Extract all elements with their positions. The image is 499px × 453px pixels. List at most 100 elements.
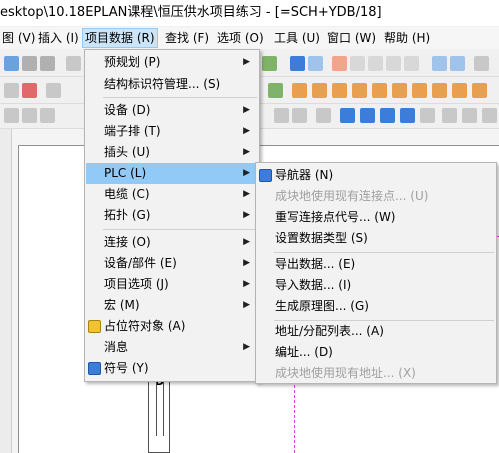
- forward-icon[interactable]: [308, 56, 323, 71]
- grid-toggle-icon[interactable]: [432, 56, 447, 71]
- symbol-icon: [88, 362, 101, 375]
- symbol-b-icon[interactable]: [312, 83, 327, 98]
- menu-tools[interactable]: 工具 (U): [272, 29, 322, 47]
- menu-item-label: 生成原理图... (G): [275, 299, 369, 313]
- connection-icon[interactable]: [268, 83, 283, 98]
- window-title-text: esktop\10.18EPLAN课程\恒压供水项目练习 - [=SCH+YDB…: [0, 5, 382, 20]
- zoom-icon[interactable]: [262, 56, 277, 71]
- layout-icon[interactable]: [40, 108, 55, 123]
- menu-bar: 图 (V) 插入 (I) 项目数据 (R) 查找 (F) 选项 (O) 工具 (…: [0, 27, 499, 49]
- symbol-i-icon[interactable]: [452, 83, 467, 98]
- menu-item-devices[interactable]: 设备 (D) ▶: [86, 100, 258, 121]
- menu-item-connections[interactable]: 连接 (O) ▶: [86, 232, 258, 253]
- menu-item-label: 消息: [104, 340, 129, 354]
- grid-b-icon[interactable]: [350, 56, 365, 71]
- menu-item-project-options[interactable]: 项目选项 (J) ▶: [86, 274, 258, 295]
- page-icon[interactable]: [66, 56, 81, 71]
- plc-item-use-existing-connection-points[interactable]: 成块地使用现有连接点... (U): [257, 186, 495, 207]
- bracket-icon[interactable]: [400, 108, 415, 123]
- angle-icon[interactable]: [380, 108, 395, 123]
- snap-icon[interactable]: [450, 56, 465, 71]
- symbol-a-icon[interactable]: [292, 83, 307, 98]
- menu-item-label: 设置数据类型 (S): [275, 231, 368, 245]
- menu-item-cables[interactable]: 电缆 (C) ▶: [86, 184, 258, 205]
- back-icon[interactable]: [290, 56, 305, 71]
- plc-item-navigator[interactable]: 导航器 (N): [257, 165, 495, 186]
- menu-item-label: 电缆 (C): [104, 187, 150, 201]
- box-icon[interactable]: [340, 108, 355, 123]
- menu-item-terminal-strips[interactable]: 端子排 (T) ▶: [86, 121, 258, 142]
- menu-item-plc[interactable]: PLC (L) ▶: [86, 163, 258, 184]
- text-icon[interactable]: [420, 108, 435, 123]
- menu-options[interactable]: 选项 (O): [215, 29, 266, 47]
- submenu-arrow-icon: ▶: [243, 258, 250, 268]
- menu-item-label: 占位符对象 (A): [104, 319, 186, 333]
- menu-separator: [103, 97, 257, 98]
- table-icon[interactable]: [22, 108, 37, 123]
- menu-item-structure-identifier[interactable]: 结构标识符管理... (S): [86, 74, 258, 95]
- redo-arrow-icon[interactable]: [40, 56, 55, 71]
- menu-item-macros[interactable]: 宏 (M) ▶: [86, 295, 258, 316]
- plc-item-addressing[interactable]: 编址... (D): [257, 342, 495, 363]
- window-title: esktop\10.18EPLAN课程\恒压供水项目练习 - [=SCH+YDB…: [0, 0, 499, 26]
- menu-find[interactable]: 查找 (F): [163, 29, 211, 47]
- grid-c-icon[interactable]: [368, 56, 383, 71]
- menu-item-label: 导航器 (N): [275, 168, 334, 182]
- submenu-arrow-icon: ▶: [243, 279, 250, 289]
- menu-item-plugs[interactable]: 插头 (U) ▶: [86, 142, 258, 163]
- submenu-arrow-icon: ▶: [243, 147, 250, 157]
- dash-line-icon[interactable]: [316, 108, 331, 123]
- plc-item-import-data[interactable]: 导入数据... (I): [257, 275, 495, 296]
- menu-item-topology[interactable]: 拓扑 (G) ▶: [86, 205, 258, 226]
- menu-item-label: 设备/部件 (E): [104, 256, 177, 270]
- undo-icon[interactable]: [22, 56, 37, 71]
- submenu-arrow-icon: ▶: [243, 300, 250, 310]
- plc-item-address-assignment-list[interactable]: 地址/分配列表... (A): [257, 321, 495, 342]
- plc-item-use-existing-addresses[interactable]: 成块地使用现有地址... (X): [257, 363, 495, 384]
- menu-view[interactable]: 图 (V): [0, 29, 37, 47]
- line-icon[interactable]: [292, 108, 307, 123]
- submenu-arrow-icon: ▶: [243, 57, 250, 67]
- menu-item-label: 连接 (O): [104, 235, 151, 249]
- grid-d-icon[interactable]: [386, 56, 401, 71]
- redo-icon[interactable]: [4, 56, 19, 71]
- menu-item-devices-parts[interactable]: 设备/部件 (E) ▶: [86, 253, 258, 274]
- menu-insert[interactable]: 插入 (I): [36, 29, 81, 47]
- menu-item-preplanning[interactable]: 预规划 (P) ▶: [86, 52, 258, 73]
- menu-item-label: 符号 (Y): [104, 361, 149, 375]
- plc-item-generate-schematic[interactable]: 生成原理图... (G): [257, 296, 495, 317]
- menu-item-label: PLC (L): [104, 166, 147, 180]
- submenu-arrow-icon: ▶: [243, 168, 250, 178]
- node-icon[interactable]: [462, 108, 477, 123]
- menu-project-data[interactable]: 项目数据 (R): [82, 28, 158, 48]
- plc-item-rewrite-connection-point-designation[interactable]: 重写连接点代号... (W): [257, 207, 495, 228]
- grid-e-icon[interactable]: [404, 56, 419, 71]
- menu-item-symbols[interactable]: 符号 (Y): [86, 358, 258, 379]
- submenu-arrow-icon: ▶: [243, 210, 250, 220]
- menu-window[interactable]: 窗口 (W): [325, 29, 378, 47]
- symbol-g-icon[interactable]: [412, 83, 427, 98]
- curve-icon[interactable]: [274, 108, 289, 123]
- pointer-icon[interactable]: [4, 83, 19, 98]
- cross-icon[interactable]: [22, 83, 37, 98]
- symbol-c-icon[interactable]: [332, 83, 347, 98]
- plc-item-export-data[interactable]: 导出数据... (E): [257, 254, 495, 275]
- plc-item-set-data-type[interactable]: 设置数据类型 (S): [257, 228, 495, 249]
- location-icon[interactable]: [442, 108, 457, 123]
- menu-item-label: 端子排 (T): [104, 124, 161, 138]
- left-panel-strip: [0, 129, 12, 453]
- menu-item-messages[interactable]: 消息 ▶: [86, 337, 258, 358]
- grid-size-icon[interactable]: [474, 56, 489, 71]
- symbol-d-icon[interactable]: [352, 83, 367, 98]
- symbol-j-icon[interactable]: [472, 83, 487, 98]
- copy-icon[interactable]: [46, 83, 61, 98]
- symbol-h-icon[interactable]: [432, 83, 447, 98]
- corner-icon[interactable]: [360, 108, 375, 123]
- menu-item-placeholder-objects[interactable]: 占位符对象 (A): [86, 316, 258, 337]
- more-icon[interactable]: [482, 108, 497, 123]
- symbol-f-icon[interactable]: [392, 83, 407, 98]
- list-icon[interactable]: [4, 108, 19, 123]
- symbol-e-icon[interactable]: [372, 83, 387, 98]
- grid-a-icon[interactable]: [332, 56, 347, 71]
- menu-help[interactable]: 帮助 (H): [382, 29, 432, 47]
